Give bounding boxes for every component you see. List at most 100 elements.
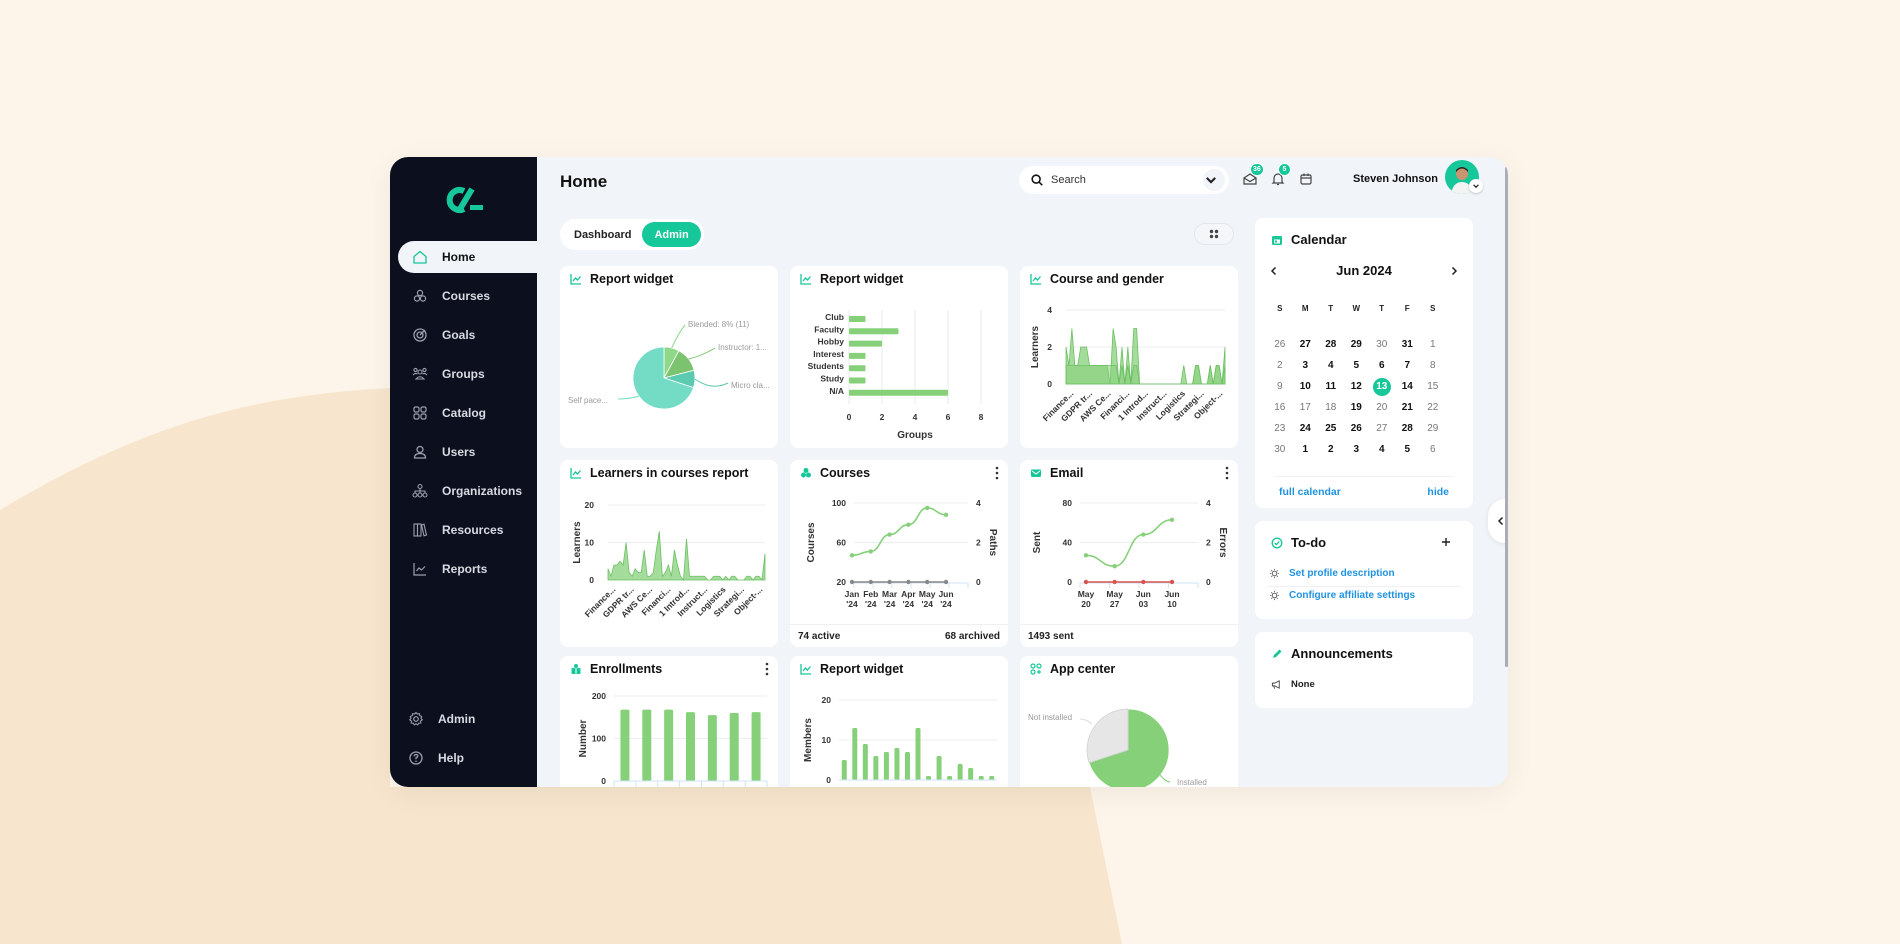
sidebar-item-admin[interactable]: Admin [390,703,537,735]
calendar-day[interactable]: 3 [1293,360,1319,371]
todo-item-label[interactable]: Configure affiliate settings [1289,590,1415,601]
calendar-widget: Calendar Jun 2024 SMTWTFS 26 27 28 29 30 31 1 2… [1255,218,1473,508]
calendar-day[interactable]: 21 [1395,402,1421,413]
calendar-day[interactable]: 11 [1318,381,1344,392]
full-calendar-link[interactable]: full calendar [1279,486,1341,498]
sidebar-item-reports[interactable]: Reports [390,553,537,585]
calendar-day[interactable]: 28 [1395,423,1421,434]
sidebar-item-home[interactable]: Home [398,241,537,273]
calendar-day[interactable]: 17 [1293,402,1319,413]
calendar-day[interactable]: 2 [1318,444,1344,455]
sidebar-item-catalog[interactable]: Catalog [390,397,537,429]
calendar-day[interactable]: 8 [1420,360,1446,371]
calendar-grid: 26 27 28 29 30 31 1 2 3 4 5 6 7 8 9 10 11 12 13 14 15 16 17 18 1… [1267,334,1459,460]
calendar-day[interactable]: 4 [1369,444,1395,455]
calendar-day[interactable]: 22 [1420,402,1446,413]
tab-admin[interactable]: Admin [642,222,701,247]
calendar-day[interactable]: 26 [1267,339,1293,350]
calendar-day[interactable]: 9 [1267,381,1293,392]
x-tick-label: 2 [880,412,885,422]
todo-item-label[interactable]: Set profile description [1289,568,1395,579]
calendar-day[interactable]: 5 [1344,360,1370,371]
header-actions: 36 5 [1242,163,1314,187]
calendar-day[interactable]: 23 [1267,423,1293,434]
archived-count: 68 archived [944,630,1000,642]
data-point [868,579,873,585]
tab-dashboard[interactable]: Dashboard [563,222,642,247]
calendar-day[interactable]: 4 [1318,360,1344,371]
y2-axis-label: Errors [1217,527,1228,557]
sidebar-item-resources[interactable]: Resources [390,514,537,546]
goals-icon [413,328,427,342]
calendar-week: 30 1 2 3 4 5 6 [1267,439,1459,460]
user-name[interactable]: Steven Johnson [1353,173,1438,185]
user-menu-button[interactable] [1469,179,1483,193]
calendar-day[interactable]: 16 [1267,402,1293,413]
sidebar-item-goals[interactable]: Goals [390,319,537,351]
weekday-label: S [1430,304,1436,313]
x-tick-label: '24 [865,599,877,609]
todo-item[interactable]: Configure affiliate settings [1269,590,1415,601]
calendar-day[interactable]: 1 [1293,444,1319,455]
calendar-day[interactable]: 10 [1293,381,1319,392]
calendar-day[interactable]: 18 [1318,402,1344,413]
calendar-day-today[interactable]: 13 [1372,377,1391,396]
calendar-day[interactable]: 24 [1293,423,1319,434]
sidebar-item-users[interactable]: Users [390,436,537,468]
app-window: Home Courses Goals Groups Catalog Users Organi… [390,157,1508,787]
x-tick-label: '24 [846,599,858,609]
area-chart: 01020LearnersFinance...GDPR tr...AWS Ce.… [572,500,766,619]
bar [894,748,900,780]
notifications-button[interactable]: 5 [1270,163,1291,187]
calendar-day[interactable]: 29 [1420,423,1446,434]
calendar-day[interactable]: 3 [1344,444,1370,455]
chevron-down-icon [1205,177,1216,184]
add-todo-button[interactable] [1441,537,1451,547]
collapse-panel-button[interactable] [1488,499,1508,543]
calendar-day[interactable]: 26 [1344,423,1370,434]
todo-title: To-do [1291,535,1327,550]
calendar-day[interactable]: 15 [1420,381,1446,392]
calendar-day[interactable]: 1 [1420,339,1446,350]
calendar-day[interactable]: 30 [1369,339,1395,350]
calendar-day[interactable]: 20 [1369,402,1395,413]
search-icon [1031,174,1043,186]
sidebar-item-label: Goals [442,328,476,342]
calendar-day[interactable]: 28 [1318,339,1344,350]
area-series [607,531,766,582]
calendar-day[interactable]: 27 [1369,423,1395,434]
sidebar-item-organizations[interactable]: Organizations [390,475,537,507]
calendar-day[interactable]: 19 [1344,402,1370,413]
calendar-day[interactable]: 25 [1318,423,1344,434]
sidebar-item-label: Catalog [442,406,487,420]
next-month-button[interactable] [1449,266,1459,276]
calendar-day[interactable]: 31 [1395,339,1421,350]
calendar-day[interactable]: 2 [1267,360,1293,371]
calendar-day[interactable]: 6 [1420,444,1446,455]
search-dropdown-button[interactable] [1203,169,1225,191]
pie-leader-line [671,324,686,349]
search-input[interactable]: Search [1019,166,1229,194]
calendar-button[interactable] [1298,171,1314,187]
bar [849,389,948,396]
calendar-day[interactable]: 29 [1344,339,1370,350]
todo-item[interactable]: Set profile description [1269,568,1395,579]
brand-logo-icon[interactable] [442,185,486,215]
data-point [1141,532,1146,537]
calendar-day[interactable]: 6 [1369,360,1395,371]
calendar-day[interactable]: 14 [1395,381,1421,392]
calendar-day[interactable]: 7 [1395,360,1421,371]
y-tick-label: 200 [592,691,606,701]
calendar-day[interactable]: 5 [1395,444,1421,455]
sidebar-item-courses[interactable]: Courses [390,280,537,312]
calendar-day[interactable]: 30 [1267,444,1293,455]
calendar-day[interactable]: 27 [1293,339,1319,350]
sidebar-item-help[interactable]: Help [390,742,537,774]
y-tick-label: 20 [822,695,832,705]
messages-button[interactable]: 36 [1242,163,1264,187]
layout-grid-button[interactable] [1194,223,1234,245]
sidebar-item-groups[interactable]: Groups [390,358,537,390]
hide-calendar-link[interactable]: hide [1427,486,1449,498]
y-tick-label: Faculty [814,324,844,334]
calendar-day[interactable]: 12 [1344,381,1370,392]
